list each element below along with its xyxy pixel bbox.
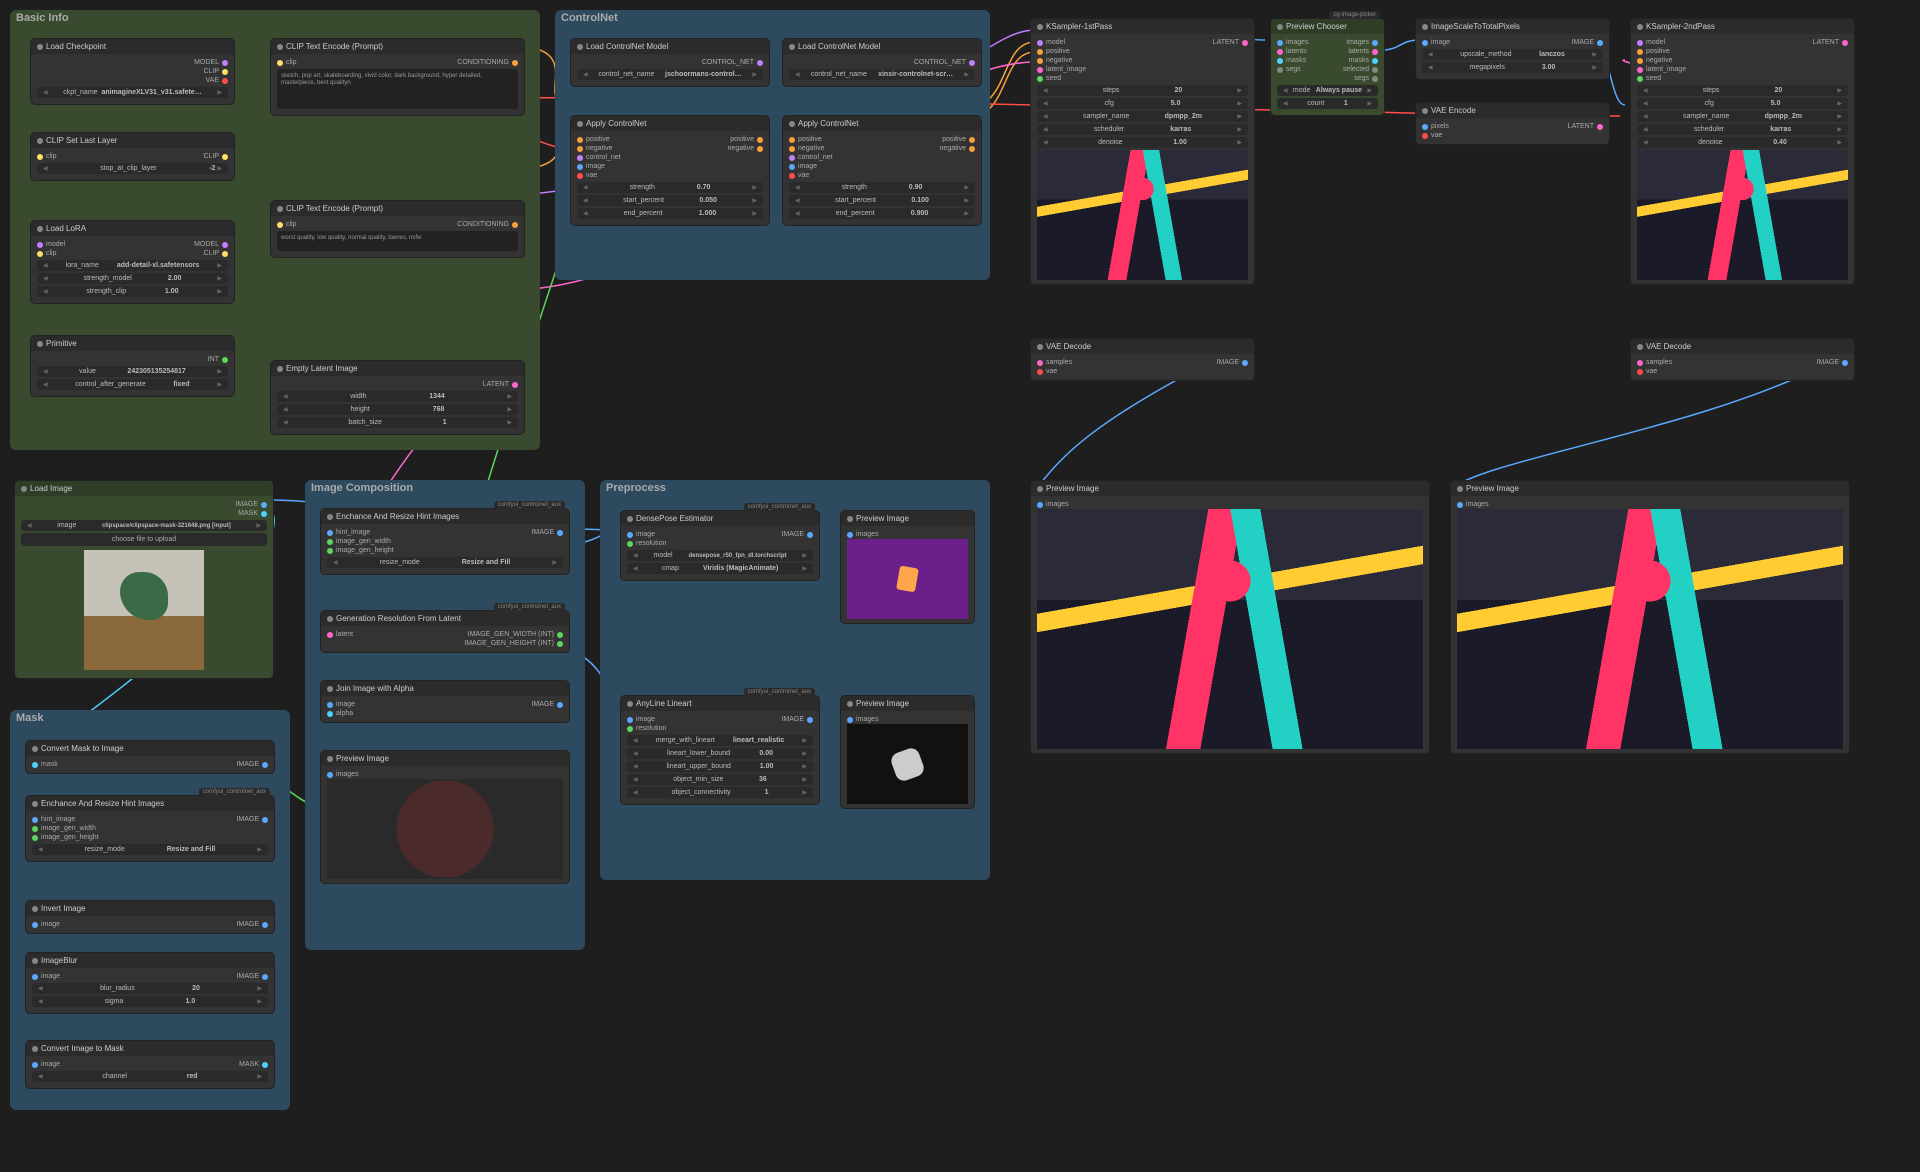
node-convert-mask-to-image[interactable]: Convert Mask to Image maskIMAGE [25,740,275,774]
node-primitive[interactable]: Primitive INT ◀value242305135254817▶ ◀co… [30,335,235,397]
preview-thumbnail [1457,509,1843,749]
node-gen-resolution[interactable]: comfyui_controlnet_aux Generation Resolu… [320,610,570,653]
node-anyline-lineart[interactable]: comfyui_controlnet_aux AnyLine Lineart i… [620,695,820,805]
node-join-image-alpha[interactable]: Join Image with Alpha imageIMAGE alpha [320,680,570,723]
node-image-scale[interactable]: ImageScaleToTotalPixels imageIMAGE ◀upsc… [1415,18,1610,80]
node-clip-set-last-layer[interactable]: CLIP Set Last Layer clipCLIP ◀stop_at_cl… [30,132,235,181]
preview-thumbnail [1037,509,1423,749]
node-preview-densepose[interactable]: Preview Image images [840,510,975,624]
node-ksampler-2[interactable]: KSampler-2ndPass modelLATENT positive ne… [1630,18,1855,285]
node-ksampler-1[interactable]: KSampler-1stPass modelLATENT positive ne… [1030,18,1255,285]
node-load-image[interactable]: Load Image IMAGE MASK ◀imageclipspace/cl… [14,480,274,679]
node-preview-lineart[interactable]: Preview Image images [840,695,975,809]
node-vae-decode-1[interactable]: VAE Decode samplesIMAGE vae [1030,338,1255,381]
node-image-blur[interactable]: ImageBlur imageIMAGE ◀blur_radius20▶ ◀si… [25,952,275,1014]
node-clip-text-encode-negative[interactable]: CLIP Text Encode (Prompt) clipCONDITIONI… [270,200,525,258]
node-load-lora[interactable]: Load LoRA modelMODEL clipCLIP ◀lora_name… [30,220,235,304]
node-convert-image-to-mask[interactable]: Convert Image to Mask imageMASK ◀channel… [25,1040,275,1089]
node-vae-decode-2[interactable]: VAE Decode samplesIMAGE vae [1630,338,1855,381]
choose-file-button[interactable]: choose file to upload [21,533,267,546]
prompt-positive[interactable]: sketch, pop art, skateboarding, vivid co… [277,69,518,109]
widget-ckpt-name[interactable]: ◀ckpt_name animagineXLV31_v31.safete…▶ [37,87,228,98]
node-vae-encode[interactable]: VAE Encode pixelsLATENT vae [1415,102,1610,145]
node-load-checkpoint[interactable]: Load Checkpoint MODEL CLIP VAE ◀ckpt_nam… [30,38,235,105]
preview-thumbnail [84,550,204,670]
node-enhance-resize-1[interactable]: comfyui_controlnet_aux Enchance And Resi… [320,508,570,575]
node-clip-text-encode-positive[interactable]: CLIP Text Encode (Prompt) clipCONDITIONI… [270,38,525,116]
node-apply-controlnet-1[interactable]: Apply ControlNet positivepositive negati… [570,115,770,226]
node-densepose[interactable]: comfyui_controlnet_aux DensePose Estimat… [620,510,820,581]
node-preview-image-big-2[interactable]: Preview Image images [1450,480,1850,754]
node-load-controlnet-1[interactable]: Load ControlNet Model CONTROL_NET ◀contr… [570,38,770,87]
preview-thumbnail [847,539,968,619]
node-preview-image-comp[interactable]: Preview Image images [320,750,570,884]
node-empty-latent-image[interactable]: Empty Latent Image LATENT ◀width1344▶ ◀h… [270,360,525,435]
preview-thumbnail [327,779,563,879]
node-preview-image-big-1[interactable]: Preview Image images [1030,480,1430,754]
prompt-negative[interactable]: worst quality, low quality, normal quali… [277,231,518,251]
node-enhance-resize-2[interactable]: comfyui_controlnet_aux Enchance And Resi… [25,795,275,862]
node-load-controlnet-2[interactable]: Load ControlNet Model CONTROL_NET ◀contr… [782,38,982,87]
node-invert-image[interactable]: Invert Image imageIMAGE [25,900,275,934]
preview-thumbnail [1037,150,1248,280]
node-preview-chooser[interactable]: cg-image-picker Preview Chooser imagesim… [1270,18,1385,116]
preview-thumbnail [1637,150,1848,280]
node-apply-controlnet-2[interactable]: Apply ControlNet positivepositive negati… [782,115,982,226]
widget-stop-at-clip-layer[interactable]: ◀stop_at_clip_layer-2 ▶ [37,163,228,174]
preview-thumbnail [847,724,968,804]
